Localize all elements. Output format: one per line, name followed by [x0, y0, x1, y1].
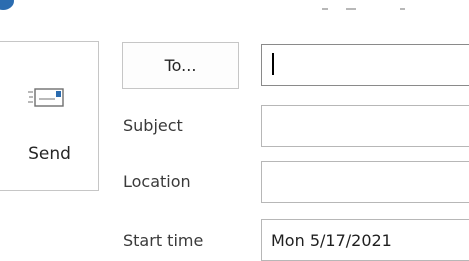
title-fragment [400, 2, 405, 10]
subject-field[interactable] [261, 105, 469, 147]
title-strip [0, 0, 469, 30]
start-date-value: Mon 5/17/2021 [271, 231, 392, 250]
envelope-send-icon [28, 88, 64, 107]
start-date-field[interactable]: Mon 5/17/2021 [261, 219, 469, 261]
start-time-label: Start time [123, 231, 204, 250]
send-button[interactable]: Send [0, 41, 99, 191]
to-field[interactable] [261, 44, 469, 86]
title-fragment [346, 2, 356, 10]
send-label: Send [28, 144, 71, 164]
outlook-app-icon [0, 0, 14, 10]
to-button[interactable]: To... [122, 42, 239, 89]
subject-label: Subject [123, 116, 183, 135]
location-field[interactable] [261, 161, 469, 203]
location-label: Location [123, 172, 191, 191]
text-cursor [272, 53, 274, 75]
title-fragment [322, 2, 328, 10]
